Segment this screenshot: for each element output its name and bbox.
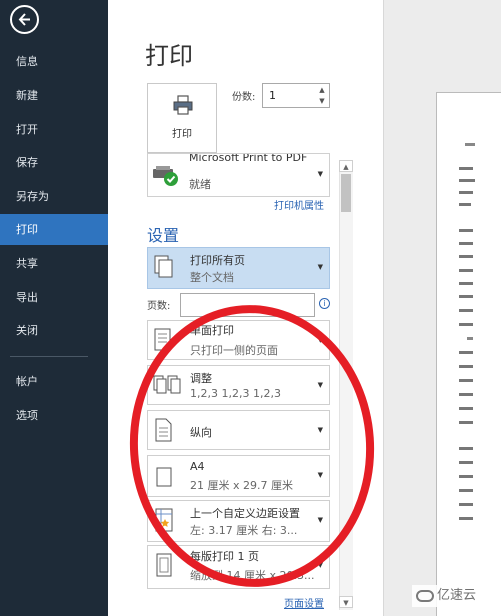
spin-up-icon[interactable]: ▲ <box>318 86 326 94</box>
preview-text-line <box>459 203 471 206</box>
preview-text-line <box>459 421 473 424</box>
preview-text-line <box>459 191 473 194</box>
sidebar-item-share[interactable]: 共享 <box>0 248 108 279</box>
pages-per-sheet-icon <box>156 553 172 577</box>
sidebar-item-open[interactable]: 打开 <box>0 114 108 145</box>
page-title: 打印 <box>145 42 193 70</box>
option-label: 打印所有页 <box>190 254 245 267</box>
printer-select[interactable]: Microsoft Print to PDF 就绪 ▼ <box>147 153 330 197</box>
scroll-up-icon[interactable]: ▲ <box>339 160 353 172</box>
preview-text-line <box>467 337 473 340</box>
pages-label: 页数: <box>147 301 171 312</box>
sidebar-item-save-as[interactable]: 另存为 <box>0 181 108 212</box>
preview-text-line <box>459 461 473 464</box>
preview-text-line <box>459 229 473 232</box>
preview-page <box>436 92 501 616</box>
preview-text-line <box>459 323 473 326</box>
chevron-down-icon: ▼ <box>317 170 323 178</box>
watermark-text: 亿速云 <box>437 588 477 603</box>
printer-name: Microsoft Print to PDF <box>189 153 308 164</box>
preview-text-line <box>459 365 473 368</box>
watermark: 亿速云 <box>412 585 481 607</box>
print-button[interactable]: 打印 <box>147 83 217 153</box>
sidebar-item-save[interactable]: 保存 <box>0 147 108 178</box>
spin-down-icon[interactable]: ▼ <box>318 97 326 105</box>
copies-value: 1 <box>269 89 276 102</box>
preview-text-line <box>459 503 473 506</box>
preview-text-line <box>459 475 473 478</box>
preview-text-line <box>459 295 473 298</box>
preview-text-line <box>459 407 473 410</box>
preview-text-line <box>459 269 473 272</box>
info-icon[interactable]: i <box>319 298 330 309</box>
scroll-thumb[interactable] <box>341 174 351 212</box>
preview-text-line <box>459 379 473 382</box>
preview-text-line <box>459 489 473 492</box>
sidebar-item-info[interactable]: 信息 <box>0 46 108 77</box>
preview-text-line <box>459 255 473 258</box>
preview-text-line <box>459 309 473 312</box>
printer-properties-link[interactable]: 打印机属性 <box>274 197 324 212</box>
printer-status: 就绪 <box>189 178 211 191</box>
chevron-down-icon: ▼ <box>317 263 323 271</box>
printer-ready-icon <box>153 166 178 186</box>
preview-text-line <box>459 517 473 520</box>
preview-text-line <box>459 167 473 170</box>
preview-text-line <box>465 143 475 146</box>
sidebar-item-account[interactable]: 帐户 <box>0 366 108 397</box>
preview-text-line <box>459 282 473 285</box>
sidebar-item-print[interactable]: 打印 <box>0 214 108 245</box>
preview-text-line <box>459 393 473 396</box>
copies-label: 份数: <box>232 92 256 103</box>
print-range-select[interactable]: 打印所有页 整个文档 ▼ <box>147 247 330 289</box>
scroll-down-icon[interactable]: ▼ <box>339 596 353 608</box>
sidebar-item-new[interactable]: 新建 <box>0 80 108 111</box>
preview-text-line <box>459 179 475 182</box>
sidebar-item-close[interactable]: 关闭 <box>0 315 108 346</box>
preview-text-line <box>459 242 473 245</box>
page-setup-link[interactable]: 页面设置 <box>284 595 324 610</box>
settings-title: 设置 <box>147 226 180 245</box>
sidebar-divider <box>10 356 88 357</box>
printer-icon <box>173 95 193 115</box>
pages-icon <box>154 255 173 278</box>
back-arrow-icon[interactable] <box>10 5 39 34</box>
sidebar-item-options[interactable]: 选项 <box>0 400 108 431</box>
option-detail: 整个文档 <box>190 271 234 284</box>
cloud-logo-icon <box>416 589 434 602</box>
sidebar-item-export[interactable]: 导出 <box>0 282 108 313</box>
preview-text-line <box>459 351 473 354</box>
copies-input[interactable]: 1 ▲ ▼ <box>262 83 330 108</box>
preview-text-line <box>459 447 473 450</box>
print-button-label: 打印 <box>172 129 192 140</box>
backstage-sidebar: 信息 新建 打开 保存 另存为 打印 共享 导出 关闭 帐户 选项 <box>0 0 108 616</box>
